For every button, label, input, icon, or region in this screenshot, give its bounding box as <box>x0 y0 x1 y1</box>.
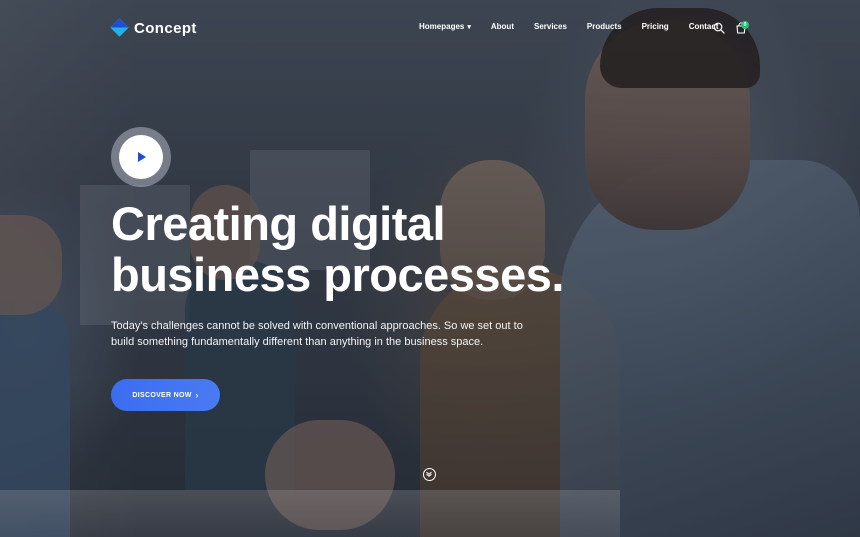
nav-item-products[interactable]: Products <box>587 22 622 31</box>
nav-item-label: Pricing <box>641 22 669 31</box>
site-header: Concept Homepages ▾ About Services Produ… <box>0 0 860 58</box>
main-nav: Homepages ▾ About Services Products Pric… <box>419 22 738 31</box>
logo-mark-icon <box>110 18 129 37</box>
nav-item-label: Homepages <box>419 22 465 31</box>
hero-subtitle-line-2: build something fundamentally different … <box>111 336 484 348</box>
hero-headline-line-2: business processes. <box>111 248 564 301</box>
nav-item-homepages[interactable]: Homepages ▾ <box>419 22 471 31</box>
play-button-circle <box>119 135 163 179</box>
scroll-down-icon[interactable] <box>423 468 436 481</box>
nav-item-label: About <box>490 22 514 31</box>
hero-subtitle-line-1: Today's challenges cannot be solved with… <box>111 320 523 332</box>
nav-item-services[interactable]: Services <box>534 22 567 31</box>
nav-item-label: Products <box>586 22 622 31</box>
brand-name: Concept <box>134 19 197 37</box>
hero-subtitle: Today's challenges cannot be solved with… <box>111 318 541 350</box>
discover-now-button[interactable]: DISCOVER NOW › <box>111 379 220 411</box>
discover-now-label: DISCOVER NOW <box>132 391 192 399</box>
chevron-right-icon: › <box>195 390 199 400</box>
chevron-down-icon: ▾ <box>467 23 471 31</box>
hero-headline-line-1: Creating digital <box>111 197 446 250</box>
cart-count-badge: 0 <box>741 21 749 29</box>
nav-item-pricing[interactable]: Pricing <box>642 22 669 31</box>
play-video-button[interactable] <box>111 127 171 187</box>
nav-item-label: Services <box>533 22 567 31</box>
nav-item-about[interactable]: About <box>491 22 514 31</box>
play-icon <box>138 152 146 162</box>
search-icon[interactable] <box>713 21 725 34</box>
brand-logo[interactable]: Concept <box>110 18 197 37</box>
hero-headline: Creating digital business processes. <box>111 198 631 300</box>
